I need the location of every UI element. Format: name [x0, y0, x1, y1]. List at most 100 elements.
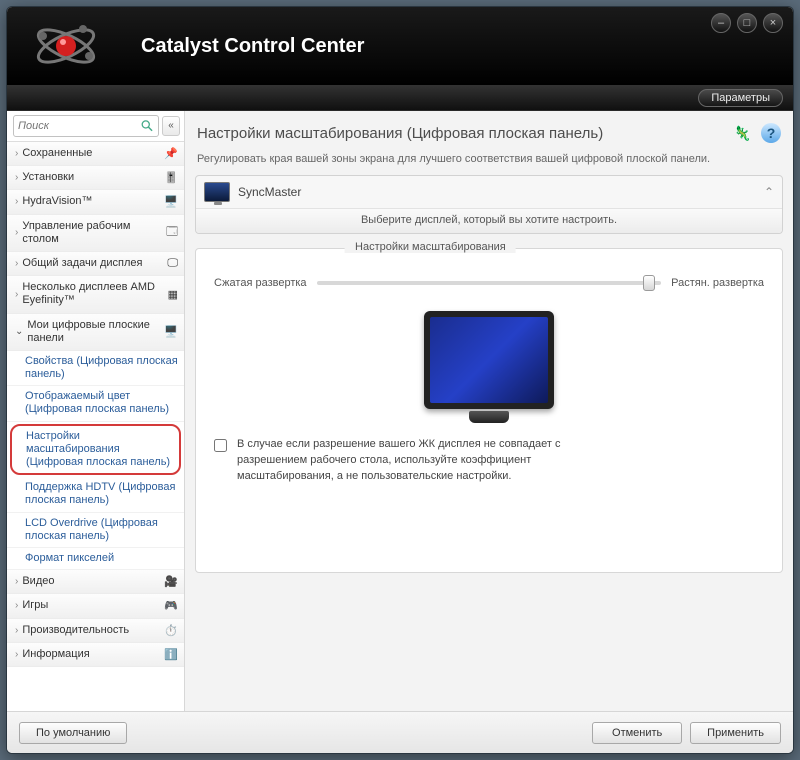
sidebar: « › Сохраненные 📌 › Установки 🎚️ › Hydra… — [7, 111, 185, 711]
sidebar-item-label: Игры — [22, 599, 156, 612]
sidebar-sub-scaling[interactable]: Настройки масштабирования (Цифровая плос… — [10, 424, 181, 476]
scaling-slider[interactable] — [317, 281, 662, 285]
slider-max-label: Растян. развертка — [671, 277, 764, 289]
search-icon — [141, 119, 154, 133]
display-selector-hint: Выберите дисплей, который вы хотите наст… — [196, 208, 782, 233]
sidebar-item-label: Несколько дисплеев AMD Eyefinity™ — [22, 281, 156, 307]
maximize-button[interactable]: □ — [737, 13, 757, 33]
params-bar: Параметры — [7, 85, 793, 111]
sidebar-item-label: Сохраненные — [22, 147, 156, 160]
app-logo — [21, 19, 111, 73]
chevron-right-icon: › — [15, 625, 18, 636]
display-icon: 🖥️ — [156, 195, 178, 208]
group-title: Настройки масштабирования — [345, 241, 516, 253]
sidebar-sub-properties[interactable]: Свойства (Цифровая плоская панель) — [7, 351, 184, 386]
sidebar-sub-label: Отображаемый цвет (Цифровая плоская пане… — [25, 390, 178, 416]
chevron-right-icon: › — [15, 649, 18, 660]
gpu-scaling-checkbox[interactable] — [214, 439, 227, 452]
camera-icon: 🎥 — [156, 575, 178, 588]
sidebar-item-saved[interactable]: › Сохраненные 📌 — [7, 142, 184, 166]
sidebar-sub-label: Настройки масштабирования (Цифровая плос… — [26, 430, 173, 470]
sidebar-item-video[interactable]: › Видео 🎥 — [7, 570, 184, 594]
footer: По умолчанию Отменить Применить — [7, 711, 793, 753]
sidebar-item-info[interactable]: › Информация ℹ️ — [7, 643, 184, 667]
help-icon[interactable]: ? — [761, 123, 781, 143]
sidebar-sub-color[interactable]: Отображаемый цвет (Цифровая плоская пане… — [7, 386, 184, 421]
sidebar-item-label: Мои цифровые плоские панели — [27, 319, 156, 345]
gamepad-icon: 🎮 — [156, 599, 178, 612]
search-input[interactable] — [18, 120, 141, 132]
display-selector[interactable]: SyncMaster ⌃ Выберите дисплей, который в… — [195, 175, 783, 234]
atom-logo-icon — [31, 19, 101, 73]
display-selector-row: SyncMaster ⌃ — [196, 176, 782, 208]
chevron-right-icon: › — [15, 258, 18, 269]
cancel-button[interactable]: Отменить — [592, 722, 682, 744]
sidebar-sub-label: Формат пикселей — [25, 552, 114, 565]
sidebar-sub-label: LCD Overdrive (Цифровая плоская панель) — [25, 517, 178, 543]
sidebar-sub-lcd-overdrive[interactable]: LCD Overdrive (Цифровая плоская панель) — [7, 513, 184, 548]
chevron-right-icon: › — [15, 172, 18, 183]
sidebar-item-label: Информация — [22, 648, 156, 661]
parameters-button[interactable]: Параметры — [698, 89, 783, 107]
sidebar-item-games[interactable]: › Игры 🎮 — [7, 594, 184, 618]
sidebar-item-presets[interactable]: › Установки 🎚️ — [7, 166, 184, 190]
monitor-preview-screen — [430, 317, 548, 403]
monitor-preview-frame — [424, 311, 554, 409]
slider-thumb[interactable] — [643, 275, 655, 291]
lizard-icon[interactable]: 🦎 — [734, 125, 751, 142]
sidebar-item-label: Производительность — [22, 624, 156, 637]
chevron-right-icon: › — [15, 196, 18, 207]
minimize-button[interactable]: – — [711, 13, 731, 33]
body: « › Сохраненные 📌 › Установки 🎚️ › Hydra… — [7, 111, 793, 711]
chevron-right-icon: › — [15, 576, 18, 587]
monitor-icon — [204, 182, 230, 202]
sidebar-item-eyefinity[interactable]: › Несколько дисплеев AMD Eyefinity™ ▦ — [7, 276, 184, 313]
chevron-right-icon: › — [15, 600, 18, 611]
pin-icon: 📌 — [156, 147, 178, 160]
gpu-scaling-checkbox-row: В случае если разрешение вашего ЖК диспл… — [214, 437, 764, 485]
page-header-icons: 🦎 ? — [734, 123, 781, 143]
sidebar-item-label: Управление рабочим столом — [22, 220, 156, 246]
sidebar-sub-label: Поддержка HDTV (Цифровая плоская панель) — [25, 481, 178, 507]
sidebar-item-display-tasks[interactable]: › Общий задачи дисплея 🖵 — [7, 252, 184, 276]
app-window: Catalyst Control Center – □ × Параметры … — [6, 6, 794, 754]
gauge-icon: ⏱️ — [156, 624, 178, 637]
flat-panel-icon: 🖥️ — [156, 325, 178, 338]
search-box[interactable] — [13, 115, 159, 137]
monitor-icon: 🖵 — [156, 257, 178, 270]
display-name: SyncMaster — [238, 185, 756, 199]
sidebar-item-label: Общий задачи дисплея — [22, 257, 156, 270]
page-description: Регулировать края вашей зоны экрана для … — [195, 153, 783, 175]
multi-display-icon: ▦ — [156, 288, 178, 301]
app-title: Catalyst Control Center — [141, 35, 364, 58]
sidebar-item-label: Установки — [22, 171, 156, 184]
chevron-right-icon: › — [15, 148, 18, 159]
page-title: Настройки масштабирования (Цифровая плос… — [197, 125, 603, 142]
sidebar-sub-pixel-format[interactable]: Формат пикселей — [7, 548, 184, 570]
chevron-right-icon: › — [15, 227, 18, 238]
scaling-group: Настройки масштабирования Сжатая разверт… — [195, 248, 783, 573]
collapse-sidebar-button[interactable]: « — [162, 116, 180, 136]
gpu-scaling-checkbox-label: В случае если разрешение вашего ЖК диспл… — [237, 437, 577, 485]
info-icon: ℹ️ — [156, 648, 178, 661]
scaling-slider-row: Сжатая развертка Растян. развертка — [214, 277, 764, 289]
main-content: Настройки масштабирования (Цифровая плос… — [185, 111, 793, 711]
sidebar-item-flat-panels[interactable]: ⌄ Мои цифровые плоские панели 🖥️ — [7, 314, 184, 351]
sidebar-sub-label: Свойства (Цифровая плоская панель) — [25, 355, 178, 381]
nav-tree: › Сохраненные 📌 › Установки 🎚️ › HydraVi… — [7, 142, 184, 711]
sidebar-item-label: HydraVision™ — [22, 195, 156, 208]
slider-min-label: Сжатая развертка — [214, 277, 307, 289]
chevron-down-icon: ⌄ — [15, 326, 23, 337]
sidebar-sub-hdtv[interactable]: Поддержка HDTV (Цифровая плоская панель) — [7, 477, 184, 512]
sidebar-item-performance[interactable]: › Производительность ⏱️ — [7, 619, 184, 643]
close-button[interactable]: × — [763, 13, 783, 33]
title-bar: Catalyst Control Center – □ × — [7, 7, 793, 85]
sidebar-item-desktop-mgmt[interactable]: › Управление рабочим столом 🗔 — [7, 215, 184, 252]
defaults-button[interactable]: По умолчанию — [19, 722, 127, 744]
search-row: « — [7, 111, 184, 142]
apply-button[interactable]: Применить — [690, 722, 781, 744]
desktop-icon: 🗔 — [156, 223, 178, 242]
chevron-up-icon[interactable]: ⌃ — [764, 185, 774, 199]
sidebar-item-hydravision[interactable]: › HydraVision™ 🖥️ — [7, 190, 184, 214]
sidebar-item-label: Видео — [22, 575, 156, 588]
